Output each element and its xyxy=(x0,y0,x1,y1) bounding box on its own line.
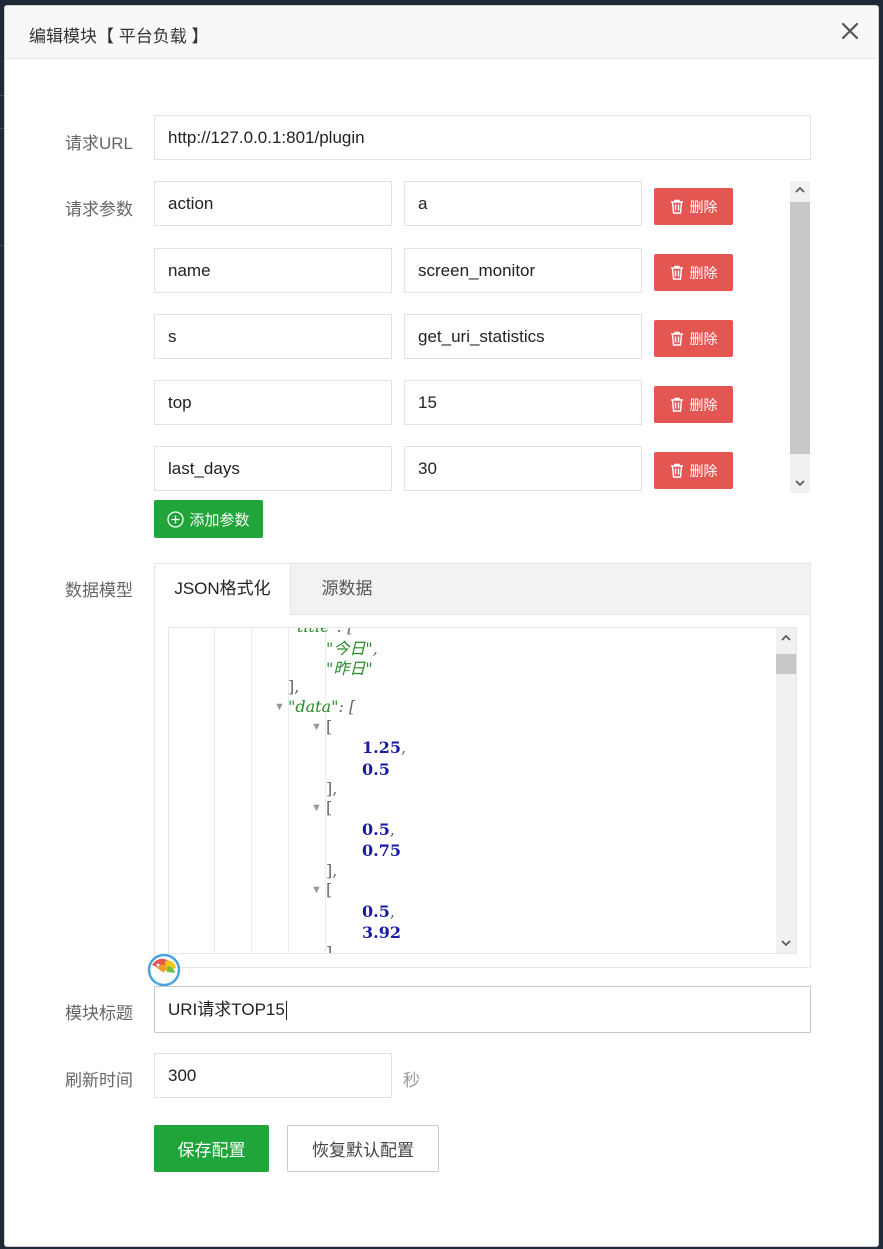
json-scrollbar[interactable] xyxy=(776,628,796,953)
param-key-input[interactable]: top xyxy=(154,380,392,425)
url-input[interactable]: http://127.0.0.1:801/plugin xyxy=(154,115,811,160)
json-number: 0.5, xyxy=(362,820,395,839)
json-bracket: ], xyxy=(326,943,338,954)
delete-param-button[interactable]: 删除 xyxy=(654,254,733,291)
delete-param-button[interactable]: 删除 xyxy=(654,386,733,423)
trash-icon xyxy=(670,265,683,280)
delete-param-button[interactable]: 删除 xyxy=(654,452,733,489)
delete-param-button[interactable]: 删除 xyxy=(654,320,733,357)
json-bracket: [ xyxy=(326,880,333,899)
delete-label: 删除 xyxy=(689,264,718,281)
scrollbar-thumb[interactable] xyxy=(776,654,796,674)
close-icon[interactable] xyxy=(839,20,861,42)
json-number: 0.5 xyxy=(362,760,390,779)
indent-guide xyxy=(214,628,215,953)
json-bracket: [ xyxy=(326,717,333,736)
params-list: action a 删除 name screen_monitor 删除 s get… xyxy=(5,180,878,495)
add-param-button[interactable]: 添加参数 xyxy=(154,500,263,538)
trash-icon xyxy=(670,463,683,478)
chevron-up-icon[interactable] xyxy=(794,185,806,195)
json-number: 0.75 xyxy=(362,841,401,860)
delete-label: 删除 xyxy=(689,396,718,413)
json-number: 3.92 xyxy=(362,923,401,942)
text-cursor xyxy=(285,1001,287,1021)
trash-icon xyxy=(670,397,683,412)
chevron-up-icon[interactable] xyxy=(780,633,792,643)
param-value-input[interactable]: 30 xyxy=(404,446,642,491)
trash-icon xyxy=(670,199,683,214)
trash-icon xyxy=(670,331,683,346)
json-viewer[interactable]: title": [ "今日", "昨日" ], ▼ "data": [ ▼ [ … xyxy=(168,627,797,954)
delete-param-button[interactable]: 删除 xyxy=(654,188,733,225)
refresh-input[interactable]: 300 xyxy=(154,1053,392,1098)
param-key-input[interactable]: last_days xyxy=(154,446,392,491)
json-bracket: ], xyxy=(326,779,338,798)
module-title-value: URI请求TOP15 xyxy=(168,1000,285,1019)
delete-label: 删除 xyxy=(689,330,718,347)
json-string: "昨日" xyxy=(326,659,373,678)
tab-json-format[interactable]: JSON格式化 xyxy=(155,564,291,615)
refresh-unit: 秒 xyxy=(403,1071,420,1090)
param-value-input[interactable]: 15 xyxy=(404,380,642,425)
data-model-tabs: JSON格式化 源数据 title": [ "今日", "昨日" ], ▼ "d… xyxy=(154,563,811,968)
url-label: 请求URL xyxy=(65,134,134,153)
module-title-input[interactable]: URI请求TOP15 xyxy=(154,986,811,1033)
json-key: "data": [ xyxy=(288,697,356,716)
chevron-down-icon[interactable] xyxy=(794,478,806,488)
add-param-label: 添加参数 xyxy=(189,511,250,529)
dialog-title: 编辑模块【 平台负载 】 xyxy=(29,27,209,46)
param-key-input[interactable]: action xyxy=(154,181,392,226)
dialog-header: 编辑模块【 平台负载 】 xyxy=(5,6,878,59)
collapse-triangle-icon[interactable]: ▼ xyxy=(311,884,322,896)
module-title-label: 模块标题 xyxy=(65,1004,133,1023)
reset-config-button[interactable]: 恢复默认配置 xyxy=(287,1125,439,1172)
indent-guide xyxy=(251,628,252,953)
param-value-input[interactable]: screen_monitor xyxy=(404,248,642,293)
plus-circle-icon xyxy=(167,510,185,528)
param-value-input[interactable]: a xyxy=(404,181,642,226)
model-label: 数据模型 xyxy=(65,581,133,600)
delete-label: 删除 xyxy=(689,198,718,215)
collapse-triangle-icon[interactable]: ▼ xyxy=(274,701,285,713)
json-number: 0.5, xyxy=(362,902,395,921)
tab-source-data[interactable]: 源数据 xyxy=(291,564,403,615)
collapse-triangle-icon[interactable]: ▼ xyxy=(311,802,322,814)
save-config-button[interactable]: 保存配置 xyxy=(154,1125,269,1172)
chevron-down-icon[interactable] xyxy=(780,938,792,948)
json-bracket: ], xyxy=(288,677,300,696)
floating-assistant-icon[interactable] xyxy=(147,953,181,987)
param-key-input[interactable]: s xyxy=(154,314,392,359)
json-bracket: [ xyxy=(326,798,333,817)
json-bracket: ], xyxy=(326,861,338,880)
json-number: 1.25, xyxy=(362,738,407,757)
params-scrollbar[interactable] xyxy=(790,181,810,493)
delete-label: 删除 xyxy=(689,462,718,479)
edit-module-dialog: 编辑模块【 平台负载 】 请求URL http://127.0.0.1:801/… xyxy=(5,6,878,1246)
param-value-input[interactable]: get_uri_statistics xyxy=(404,314,642,359)
param-key-input[interactable]: name xyxy=(154,248,392,293)
collapse-triangle-icon[interactable]: ▼ xyxy=(311,721,322,733)
refresh-label: 刷新时间 xyxy=(65,1071,133,1090)
scrollbar-thumb[interactable] xyxy=(790,202,810,454)
